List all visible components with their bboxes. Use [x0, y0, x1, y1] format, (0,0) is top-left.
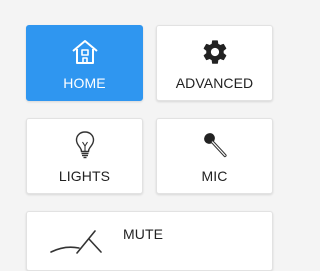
lightbulb-icon: [27, 129, 142, 161]
mic-button[interactable]: MIC: [156, 118, 273, 194]
lights-button[interactable]: LIGHTS: [26, 118, 143, 194]
home-button[interactable]: HOME: [26, 25, 143, 101]
mute-icon: [49, 222, 109, 259]
advanced-label: ADVANCED: [175, 75, 254, 91]
mute-button[interactable]: MUTE: [26, 211, 273, 271]
microphone-icon: [157, 129, 272, 161]
mute-label: MUTE: [123, 226, 164, 242]
mic-label: MIC: [201, 168, 228, 184]
home-icon: [27, 36, 142, 68]
lights-label: LIGHTS: [58, 168, 111, 184]
advanced-button[interactable]: ADVANCED: [156, 25, 273, 101]
gear-icon: [157, 36, 272, 68]
home-label: HOME: [63, 75, 106, 91]
